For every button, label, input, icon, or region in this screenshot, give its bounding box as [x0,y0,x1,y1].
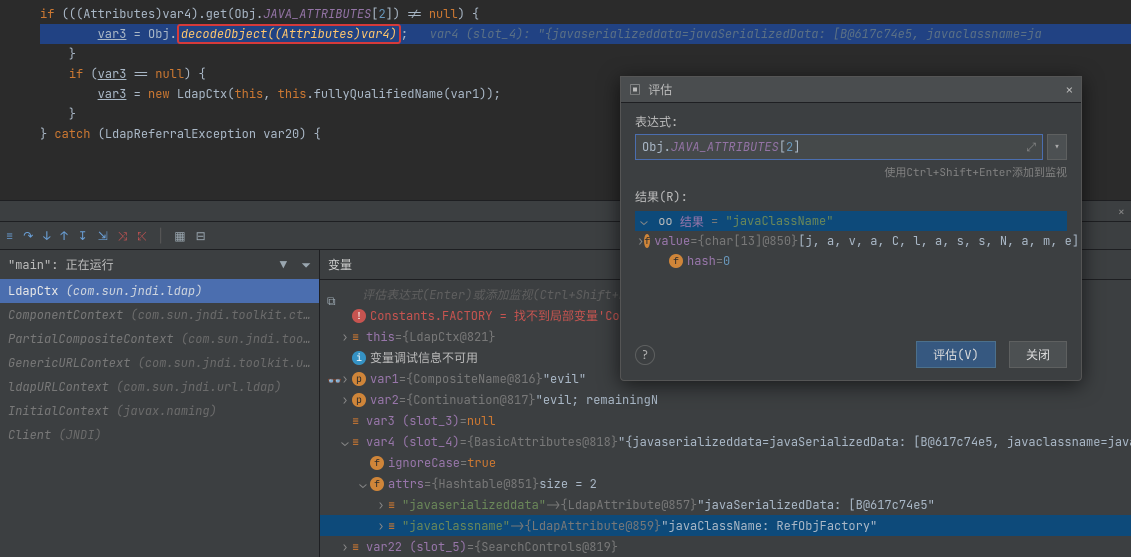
evaluate-icon[interactable]: ⤪ [137,228,147,244]
step-out-icon[interactable]: ↑ [60,228,67,244]
stack-frame[interactable]: ldapURLContext (com.sun.jndi.url.ldap) [0,375,319,399]
stack-frame[interactable]: LdapCtx (com.sun.jndi.ldap) [0,279,319,303]
result-value[interactable]: ›f value = {char[13]@850} [j, a, v, a, C… [635,231,1067,251]
thread-status: "main": 正在运行 [8,256,114,273]
drop-frame-icon[interactable]: ⤨ [118,228,128,244]
result-label: 结果(R): [635,188,1067,205]
expression-input[interactable]: Obj.JAVA_ATTRIBUTES[2] ⤢ [635,134,1043,160]
expand-icon[interactable]: ⤢ [1026,139,1036,155]
evaluate-dialog: ▣ 评估 ✕ 表达式: Obj.JAVA_ATTRIBUTES[2] ⤢ ▾ 使… [620,76,1082,381]
result-root[interactable]: ⌄ oo 结果 = "javaClassName" [635,211,1067,231]
evaluate-button[interactable]: 评估(V) [916,341,996,368]
filter-icon[interactable]: ▼ [280,257,287,273]
expression-history-dropdown[interactable]: ▾ [1047,134,1067,160]
glasses-icon[interactable]: 👓 [327,373,342,389]
stack-frame[interactable]: Client (JNDI) [0,423,319,447]
result-hash[interactable]: f hash = 0 [635,251,1067,271]
layout-icon[interactable]: ⊟ [196,228,206,244]
map-entry-jsd[interactable]: ›≡"javaserializeddata" -> {LdapAttribute… [320,494,1131,515]
run-to-cursor-icon[interactable]: ⇲ [98,228,108,244]
stack-frame[interactable]: InitialContext (javax.naming) [0,399,319,423]
stack-frame[interactable]: ComponentContext (com.sun.jndi.toolkit.c… [0,303,319,327]
var-var4[interactable]: ⌄≡var4 (slot_4) = {BasicAttributes@818} … [320,431,1131,452]
calculator-icon[interactable]: ▦ [174,228,185,244]
close-button[interactable]: 关闭 [1009,341,1067,368]
force-step-into-icon[interactable]: ↧ [78,228,88,244]
stack-frame[interactable]: GenericURLContext (com.sun.jndi.toolkit.… [0,351,319,375]
close-icon[interactable]: × [1118,204,1125,220]
help-icon[interactable]: ? [635,345,655,365]
dialog-icon: ▣ [629,82,641,98]
gutter-icons: ⧉ 👓 [327,293,342,389]
variables-title: 变量 [328,256,352,273]
field-ignoreCase[interactable]: fignoreCase = true [320,452,1131,473]
expression-label: 表达式: [635,113,1067,130]
dialog-hint: 使用Ctrl+Shift+Enter添加到监视 [635,164,1067,180]
field-attrs[interactable]: ⌄fattrs = {Hashtable@851} size = 2 [320,473,1131,494]
var-var3[interactable]: ≡var3 (slot_3) = null [320,410,1131,431]
dialog-title: 评估 [648,82,672,98]
copy-icon[interactable]: ⧉ [327,293,342,309]
map-entry-jcn[interactable]: ›≡"javaclassname" -> {LdapAttribute@859}… [320,515,1131,536]
step-over-icon[interactable]: ↷ [23,228,33,244]
show-exec-point-icon[interactable]: ≡ [6,228,13,244]
watch-prompt[interactable]: 评估表达式(Enter)或添加监视(Ctrl+Shift+Enter) [338,286,662,303]
var-var22[interactable]: ›≡var22 (slot_5) = {SearchControls@819} [320,536,1131,557]
frames-panel: "main": 正在运行 ▼ ⏷ LdapCtx (com.sun.jndi.l… [0,250,320,557]
step-into-icon[interactable]: ↓ [43,228,50,244]
stack-frame[interactable]: PartialCompositeContext (com.sun.jndi.to… [0,327,319,351]
thread-dropdown-icon[interactable]: ⏷ [301,257,311,273]
var-var2[interactable]: ›pvar2 = {Continuation@817} "evil; remai… [320,389,1131,410]
close-icon[interactable]: ✕ [1066,82,1073,98]
